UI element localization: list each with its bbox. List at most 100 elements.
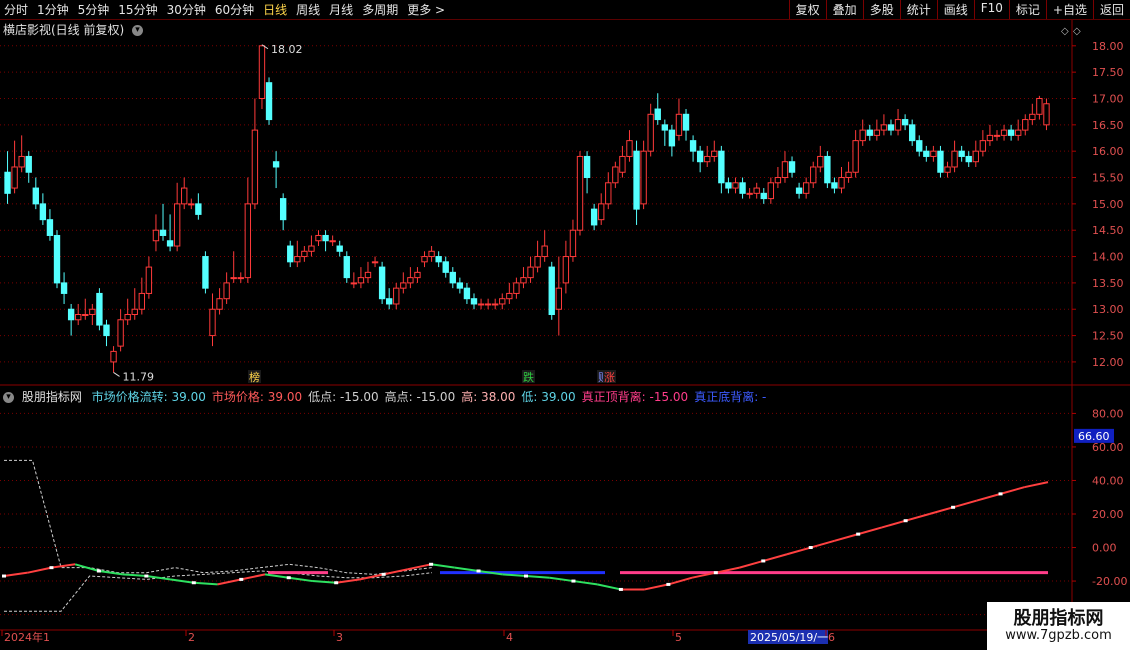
ind-y-tick-1: 60.00 xyxy=(1092,441,1124,454)
toolbar-action-8[interactable]: 返回 xyxy=(1092,0,1130,19)
indicator-dot xyxy=(808,546,813,550)
candle-body xyxy=(244,203,252,279)
candle-body xyxy=(908,124,916,142)
top-toolbar: 分时 1分钟 5分钟 15分钟 30分钟 60分钟 日线 周线 月线 多周期 更多 > 复权 叠加 多股… xyxy=(0,0,1130,20)
candle-body xyxy=(859,129,866,142)
tab-period-9[interactable]: 多周期 xyxy=(362,3,398,17)
candle-body xyxy=(661,124,669,131)
x-axis-label-6: 6 xyxy=(828,631,835,644)
ind-y-tick-3: 20.00 xyxy=(1092,508,1124,521)
candle-body xyxy=(251,129,259,205)
indicator-value-7: 真正底背离: - xyxy=(694,390,767,404)
tab-period-6[interactable]: 日线 xyxy=(263,3,287,17)
indicator-dot xyxy=(381,572,386,576)
chart-canvas[interactable]: ◇ ◇ 18.00 17.50 17.00 16.50 16.00 15.50 15.00 14.… xyxy=(0,0,1130,650)
candle-body xyxy=(89,308,96,316)
indicator-segment xyxy=(763,553,788,562)
candle-body xyxy=(1007,129,1015,136)
candle-body xyxy=(506,292,513,300)
indicator-segment xyxy=(1000,486,1025,495)
tab-period-10[interactable]: 更多 > xyxy=(407,3,445,17)
candle-body xyxy=(986,134,994,142)
tab-period-5[interactable]: 60分钟 xyxy=(215,3,254,17)
indicator-value-1: 市场价格: 39.00 xyxy=(211,390,303,404)
candle-body xyxy=(562,256,570,284)
candle-body xyxy=(781,161,789,179)
y-tick-label-6: 15.00 xyxy=(1092,198,1124,211)
candle-body xyxy=(11,166,18,189)
toolbar-action-7[interactable]: +自选 xyxy=(1045,0,1093,19)
candle-body xyxy=(60,282,68,294)
candle-body xyxy=(124,314,131,321)
indicator-segment xyxy=(952,499,978,509)
event-label-2: 财 xyxy=(598,370,609,384)
indicator-name[interactable]: 股朋指标网 xyxy=(22,390,82,404)
indicator-segment xyxy=(1024,481,1049,489)
indicator-segment xyxy=(739,559,764,569)
tab-period-4[interactable]: 30分钟 xyxy=(167,3,206,17)
tab-period-3[interactable]: 15分钟 xyxy=(118,3,157,17)
indicator-segment xyxy=(786,546,811,556)
toolbar-action-1[interactable]: 叠加 xyxy=(825,0,863,19)
indicator-segment xyxy=(241,573,266,581)
indicator-segment xyxy=(549,576,574,583)
indicator-dot xyxy=(761,559,766,563)
candle-body xyxy=(258,45,266,99)
indicator-segment xyxy=(98,570,123,576)
indicator-segment xyxy=(596,583,622,591)
indicator-segment xyxy=(834,533,859,542)
indicator-segment xyxy=(573,580,598,586)
indicator-dot xyxy=(571,579,576,583)
candle-body xyxy=(605,182,612,205)
candle-body xyxy=(237,277,244,280)
candle-body xyxy=(470,298,478,305)
tab-period-1[interactable]: 1分钟 xyxy=(37,3,69,17)
candle-body xyxy=(46,219,54,236)
candle-body xyxy=(527,266,534,279)
stock-title-bar: 横店影视(日线 前复权) ▾ xyxy=(3,21,144,38)
indicator-segment xyxy=(502,573,527,578)
toolbar-action-2[interactable]: 多股 xyxy=(862,0,900,19)
toolbar-action-6[interactable]: 标记 xyxy=(1008,0,1046,19)
candle-body xyxy=(937,150,944,173)
candle-body xyxy=(357,277,365,284)
candle-body xyxy=(223,282,230,300)
candle-body xyxy=(640,150,647,205)
candle-body xyxy=(4,171,11,194)
toolbar-action-5[interactable]: F10 xyxy=(973,0,1009,19)
candle-body xyxy=(845,171,852,179)
chevron-down-icon[interactable]: ▾ xyxy=(3,392,14,403)
indicator-segment xyxy=(27,566,52,574)
candle-body xyxy=(923,150,930,157)
candle-body xyxy=(343,256,350,279)
indicator-dot xyxy=(903,519,908,523)
candle-body xyxy=(788,161,796,173)
indicator-dot xyxy=(96,569,101,573)
toolbar-action-3[interactable]: 统计 xyxy=(899,0,937,19)
y-tick-label-3: 16.50 xyxy=(1092,119,1124,132)
indicator-value-0: 市场价格流转: 39.00 xyxy=(91,390,206,404)
candle-body xyxy=(689,140,697,152)
tab-period-2[interactable]: 5分钟 xyxy=(78,3,110,17)
chevron-down-icon[interactable]: ▾ xyxy=(132,25,144,36)
candle-body xyxy=(138,292,146,310)
toolbar-action-0[interactable]: 复权 xyxy=(788,0,826,19)
candle-body xyxy=(1029,113,1036,121)
candle-body xyxy=(308,245,315,252)
candle-body xyxy=(117,319,124,347)
candle-body xyxy=(145,266,153,294)
indicator-segment xyxy=(312,580,337,584)
y-tick-label-11: 12.50 xyxy=(1092,330,1124,343)
tab-period-0[interactable]: 分时 xyxy=(4,3,28,17)
candle-body xyxy=(265,82,273,121)
indicator-segment xyxy=(288,576,313,583)
candle-body xyxy=(181,187,188,205)
candle-body xyxy=(173,203,181,247)
candle-body xyxy=(704,155,711,163)
toolbar-action-4[interactable]: 画线 xyxy=(936,0,974,19)
candle-body xyxy=(817,155,824,168)
tab-period-7[interactable]: 周线 xyxy=(296,3,320,17)
tab-period-8[interactable]: 月线 xyxy=(329,3,353,17)
candle-body xyxy=(513,282,520,294)
candle-body xyxy=(598,203,605,221)
